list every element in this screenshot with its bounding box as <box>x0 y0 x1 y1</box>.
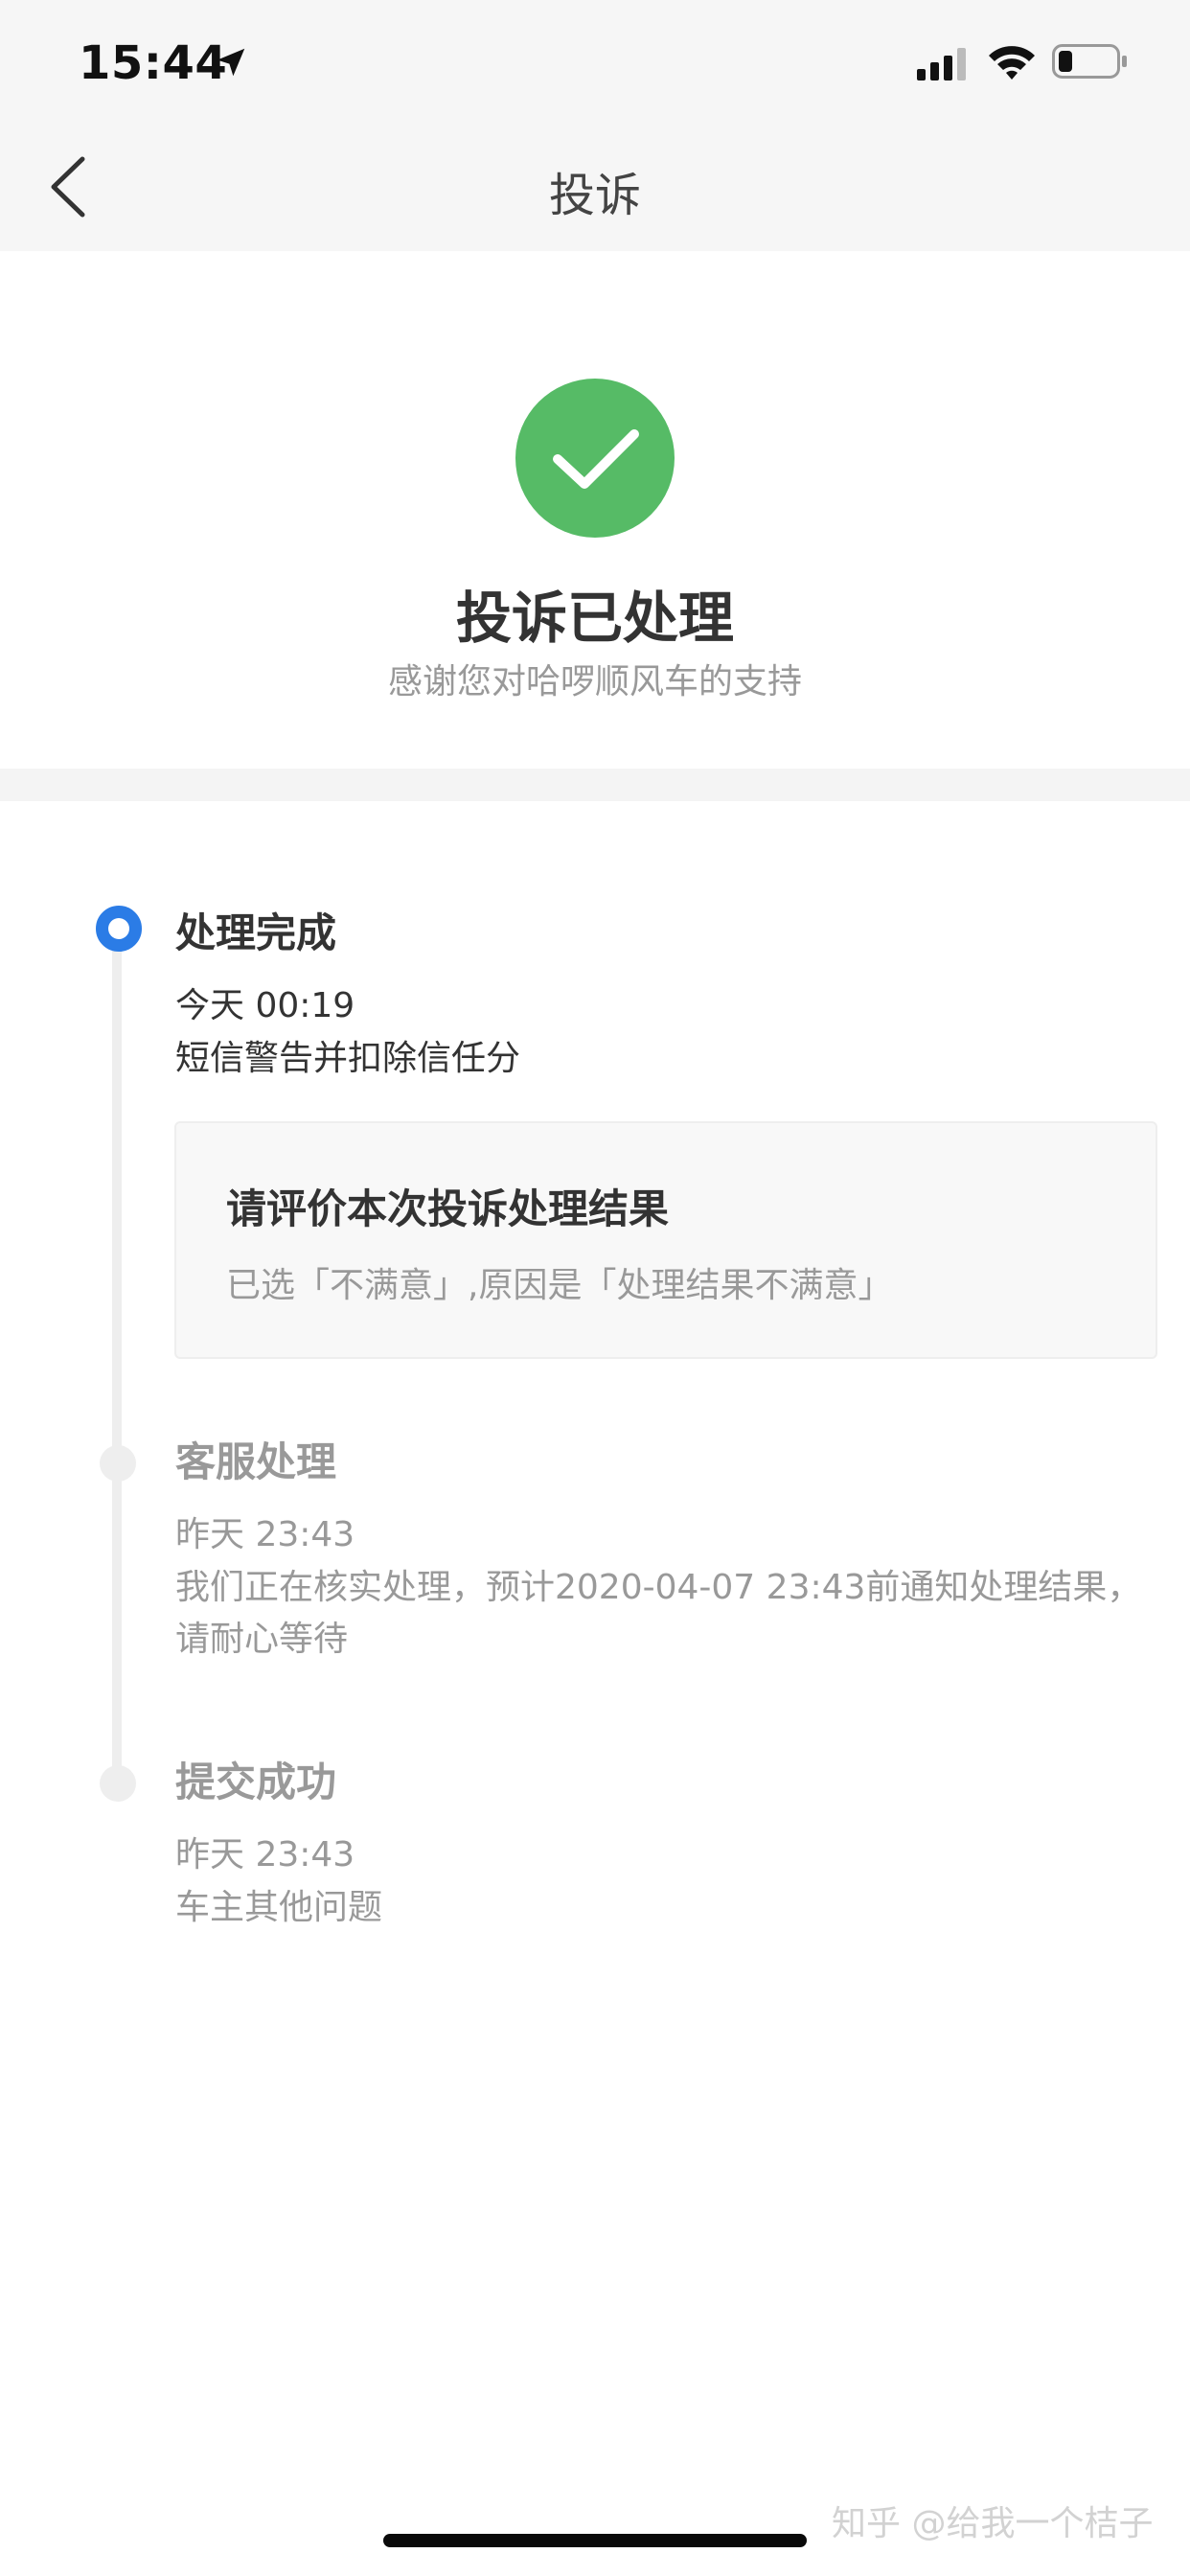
result-subtitle: 感谢您对哈啰顺风车的支持 <box>387 662 802 702</box>
result-section: 投诉已处理 感谢您对哈啰顺风车的支持 <box>0 251 1190 769</box>
section-divider <box>0 769 1190 801</box>
timeline-dot <box>100 1445 136 1482</box>
cellular-signal-icon <box>917 48 966 80</box>
step-desc-service: 我们正在核实处理，预计2020-04-07 23:43前通知处理结果，请耐心等待 <box>175 1568 1142 1659</box>
page-title: 投诉 <box>548 169 641 222</box>
check-circle-icon <box>515 379 675 538</box>
timeline-line <box>112 930 122 1782</box>
wifi-icon <box>989 46 1035 80</box>
step-time-submitted: 昨天 23:43 <box>175 1835 355 1874</box>
watermark: 知乎 @给我一个桔子 <box>832 2504 1154 2543</box>
location-arrow-icon <box>217 48 245 77</box>
step-desc-completed: 短信警告并扣除信任分 <box>175 1039 521 1078</box>
evaluation-desc: 已选「不满意」,原因是「处理结果不满意」 <box>226 1266 893 1305</box>
step-title-service: 客服处理 <box>175 1438 337 1485</box>
header: 15:44 投诉 <box>0 0 1190 251</box>
timeline-dot <box>100 1765 136 1802</box>
step-time-completed: 今天 00:19 <box>175 986 355 1025</box>
step-time-service: 昨天 23:43 <box>175 1515 355 1554</box>
evaluation-card[interactable]: 请评价本次投诉处理结果 已选「不满意」,原因是「处理结果不满意」 <box>174 1121 1157 1359</box>
timeline-dot-active <box>96 906 142 952</box>
result-title: 投诉已处理 <box>455 586 734 651</box>
step-desc-submitted: 车主其他问题 <box>175 1888 383 1927</box>
step-title-submitted: 提交成功 <box>175 1759 337 1806</box>
status-time: 15:44 <box>79 36 228 90</box>
battery-icon <box>1052 44 1127 79</box>
evaluation-title: 请评价本次投诉处理结果 <box>226 1185 670 1232</box>
home-indicator[interactable] <box>383 2534 807 2547</box>
step-title-completed: 处理完成 <box>175 909 337 956</box>
